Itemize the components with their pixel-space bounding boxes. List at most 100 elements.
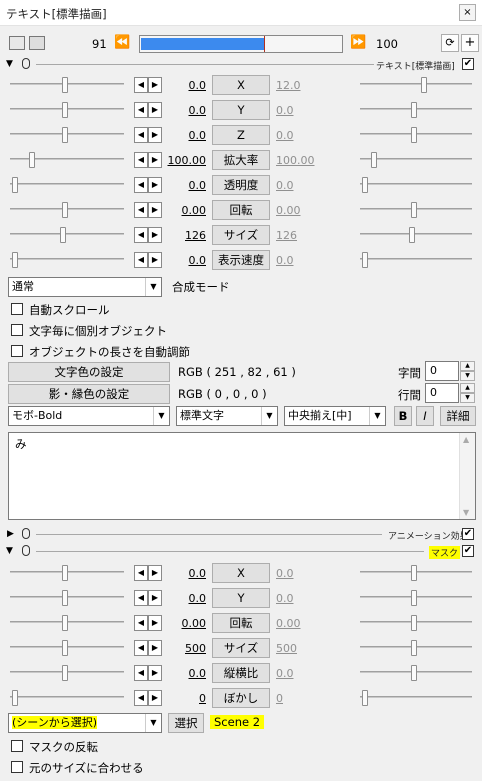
font-family-select[interactable]: モボ-Bold ▼ [8, 406, 170, 426]
value-speed-end[interactable]: 0.0 [276, 254, 304, 267]
checkbox[interactable] [11, 740, 23, 752]
mouse-icon[interactable] [22, 545, 30, 556]
detail-button[interactable]: 詳細 [440, 406, 476, 426]
slider-opacity-right-track[interactable] [360, 183, 472, 185]
film-icon[interactable] [9, 36, 25, 50]
slider-size-left-track[interactable] [10, 233, 124, 235]
slider-rotation-left-thumb[interactable] [62, 202, 68, 218]
value-y-end[interactable]: 0.0 [276, 104, 304, 117]
slider-scale-right-thumb[interactable] [371, 152, 377, 168]
timeline-track[interactable] [139, 35, 343, 53]
close-icon[interactable]: × [459, 4, 476, 21]
fast-forward-icon[interactable]: ⏩ [350, 35, 366, 50]
slider-size-right-thumb[interactable] [411, 640, 417, 656]
checkbox[interactable] [11, 303, 23, 315]
text-color-button[interactable]: 文字色の設定 [8, 362, 170, 382]
arrow-left-icon[interactable]: ◀ [134, 615, 148, 631]
param-blur-button[interactable]: ぼかし [212, 688, 270, 708]
slider-aspect-right-thumb[interactable] [411, 665, 417, 681]
slider-size-right-thumb[interactable] [409, 227, 415, 243]
arrow-left-icon[interactable]: ◀ [134, 102, 148, 118]
line-spacing-input[interactable]: 0 [425, 383, 459, 403]
collapse-icon[interactable]: ▼ [6, 546, 13, 556]
value-blur-start[interactable]: 0 [160, 692, 206, 705]
param-z-button[interactable]: Z [212, 125, 270, 145]
slider-x-left-thumb[interactable] [62, 565, 68, 581]
value-aspect-end[interactable]: 0.0 [276, 667, 304, 680]
param-speed-button[interactable]: 表示速度 [212, 250, 270, 270]
value-rotation-end[interactable]: 0.00 [276, 617, 304, 630]
value-size-start[interactable]: 500 [160, 642, 206, 655]
slider-x-right-thumb[interactable] [411, 565, 417, 581]
slider-x-right-thumb[interactable] [421, 77, 427, 93]
param-x-button[interactable]: X [212, 563, 270, 583]
slider-y-right-thumb[interactable] [411, 102, 417, 118]
arrow-left-icon[interactable]: ◀ [134, 640, 148, 656]
spin-up-icon[interactable]: ▲ [460, 383, 475, 393]
arrow-left-icon[interactable]: ◀ [134, 77, 148, 93]
spin-up-icon[interactable]: ▲ [460, 361, 475, 371]
shadow-color-button[interactable]: 影・縁色の設定 [8, 384, 170, 404]
bold-button[interactable]: B [394, 406, 412, 426]
checkbox[interactable] [11, 761, 23, 773]
rewind-icon[interactable]: ⏪ [114, 35, 130, 50]
frame-icon[interactable] [29, 36, 45, 50]
slider-speed-right-thumb[interactable] [362, 252, 368, 268]
mouse-icon[interactable] [22, 58, 30, 69]
spin-down-icon[interactable]: ▼ [460, 393, 475, 403]
param-size-button[interactable]: サイズ [212, 638, 270, 658]
camera-icon[interactable]: ⟳ [441, 34, 459, 52]
timeline-cursor[interactable] [264, 36, 265, 52]
param-y-button[interactable]: Y [212, 588, 270, 608]
value-aspect-start[interactable]: 0.0 [160, 667, 207, 680]
slider-z-left-thumb[interactable] [62, 127, 68, 143]
value-z-start[interactable]: 0.0 [160, 129, 207, 142]
param-opacity-button[interactable]: 透明度 [212, 175, 270, 195]
slider-speed-left-track[interactable] [10, 258, 124, 260]
value-scale-start[interactable]: 100.00 [160, 154, 207, 167]
value-size-start[interactable]: 126 [160, 229, 206, 242]
value-speed-start[interactable]: 0.0 [160, 254, 207, 267]
arrow-left-icon[interactable]: ◀ [134, 252, 148, 268]
value-z-end[interactable]: 0.0 [276, 129, 304, 142]
value-rotation-end[interactable]: 0.00 [276, 204, 304, 217]
slider-z-right-thumb[interactable] [411, 127, 417, 143]
param-size-button[interactable]: サイズ [212, 225, 270, 245]
slider-rotation-right-thumb[interactable] [411, 615, 417, 631]
slider-y-left-thumb[interactable] [62, 590, 68, 606]
value-opacity-start[interactable]: 0.0 [160, 179, 207, 192]
checkbox[interactable] [11, 324, 23, 336]
value-size-end[interactable]: 126 [276, 229, 304, 242]
collapse-icon[interactable]: ▼ [6, 59, 13, 69]
value-rotation-start[interactable]: 0.00 [160, 617, 207, 630]
scroll-up-icon[interactable]: ▲ [463, 435, 469, 444]
param-rotation-button[interactable]: 回転 [212, 200, 270, 220]
value-y-end[interactable]: 0.0 [276, 592, 304, 605]
slider-speed-right-track[interactable] [360, 258, 472, 260]
text-input[interactable]: み ▲ ▼ [8, 432, 476, 520]
slider-opacity-right-thumb[interactable] [362, 177, 368, 193]
value-x-end[interactable]: 0.0 [276, 567, 304, 580]
slider-x-right-track[interactable] [360, 83, 472, 85]
value-x-start[interactable]: 0.0 [160, 567, 207, 580]
value-rotation-start[interactable]: 0.00 [160, 204, 207, 217]
scroll-down-icon[interactable]: ▼ [463, 508, 469, 517]
italic-button[interactable]: I [416, 406, 434, 426]
scrollbar[interactable]: ▲ ▼ [459, 433, 475, 519]
slider-rotation-left-thumb[interactable] [62, 615, 68, 631]
spin-down-icon[interactable]: ▼ [460, 371, 475, 381]
blend-mode-select[interactable]: 通常 ▼ [8, 277, 162, 297]
text-align-select[interactable]: 中央揃え[中] ▼ [284, 406, 386, 426]
slider-size-right-track[interactable] [360, 233, 472, 235]
param-y-button[interactable]: Y [212, 100, 270, 120]
expand-icon[interactable]: ▶ [7, 529, 14, 539]
value-y-start[interactable]: 0.0 [160, 592, 207, 605]
scene-select-button[interactable]: 選択 [168, 713, 204, 733]
slider-opacity-left-track[interactable] [10, 183, 124, 185]
slider-scale-left-thumb[interactable] [29, 152, 35, 168]
char-spacing-input[interactable]: 0 [425, 361, 459, 381]
arrow-left-icon[interactable]: ◀ [134, 565, 148, 581]
arrow-left-icon[interactable]: ◀ [134, 152, 148, 168]
value-scale-end[interactable]: 100.00 [276, 154, 315, 167]
slider-blur-right-track[interactable] [360, 696, 472, 698]
